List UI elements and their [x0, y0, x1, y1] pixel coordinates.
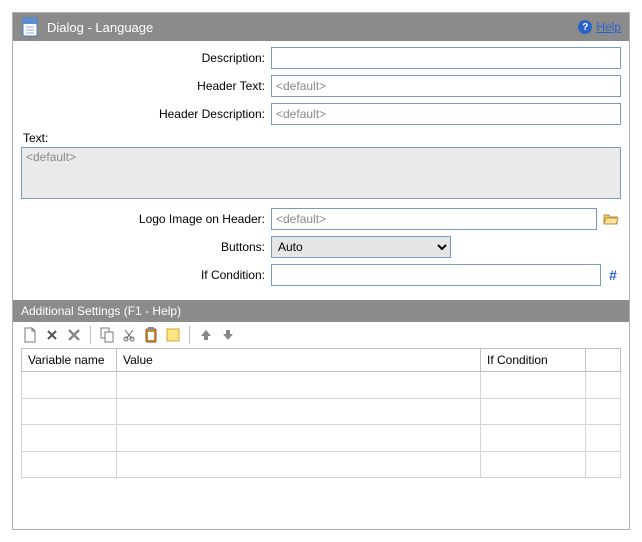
move-down-button[interactable]: [219, 326, 237, 344]
table-header-row: Variable name Value If Condition: [22, 349, 621, 372]
col-variable[interactable]: Variable name: [22, 349, 117, 372]
delete-all-button[interactable]: [65, 326, 83, 344]
table-row[interactable]: [22, 372, 621, 399]
buttons-select[interactable]: Auto: [271, 236, 451, 258]
if-condition-label: If Condition:: [21, 268, 271, 282]
additional-grid-wrap: Variable name Value If Condition: [13, 348, 629, 529]
notes-button[interactable]: [164, 326, 182, 344]
if-condition-input[interactable]: [271, 264, 601, 286]
col-extra[interactable]: [586, 349, 621, 372]
table-row[interactable]: [22, 451, 621, 478]
delete-button[interactable]: [43, 326, 61, 344]
col-value[interactable]: Value: [117, 349, 481, 372]
paste-button[interactable]: [142, 326, 160, 344]
separator: [189, 326, 190, 344]
delete-icon: [45, 328, 59, 342]
text-label: Text:: [21, 131, 621, 145]
browse-button[interactable]: [601, 209, 621, 229]
table-row[interactable]: [22, 425, 621, 452]
new-button[interactable]: [21, 326, 39, 344]
header-description-label: Header Description:: [21, 107, 271, 121]
copy-icon: [100, 327, 114, 343]
scissors-icon: [122, 328, 136, 342]
arrow-down-icon: [222, 329, 234, 341]
expression-button[interactable]: #: [605, 267, 621, 283]
description-label: Description:: [21, 51, 271, 65]
cut-button[interactable]: [120, 326, 138, 344]
form-area: Description: Header Text: Header Descrip…: [13, 41, 629, 300]
logo-input[interactable]: [271, 208, 597, 230]
document-icon: [21, 17, 39, 37]
additional-settings-bar: Additional Settings (F1 - Help): [13, 300, 629, 322]
header-text-label: Header Text:: [21, 79, 271, 93]
help-icon: ?: [578, 20, 592, 34]
logo-label: Logo Image on Header:: [21, 212, 271, 226]
arrow-up-icon: [200, 329, 212, 341]
copy-button[interactable]: [98, 326, 116, 344]
additional-settings-title: Additional Settings (F1 - Help): [21, 304, 181, 318]
dialog-panel: Dialog - Language ? Help Description: He…: [12, 12, 630, 530]
header-bar: Dialog - Language ? Help: [13, 13, 629, 41]
additional-toolbar: [13, 322, 629, 348]
move-up-button[interactable]: [197, 326, 215, 344]
separator: [90, 326, 91, 344]
buttons-label: Buttons:: [21, 240, 271, 254]
folder-open-icon: [603, 212, 619, 226]
header-title: Dialog - Language: [47, 20, 578, 35]
header-description-input[interactable]: [271, 103, 621, 125]
new-file-icon: [23, 327, 37, 343]
description-input[interactable]: [271, 47, 621, 69]
col-condition[interactable]: If Condition: [481, 349, 586, 372]
additional-grid[interactable]: Variable name Value If Condition: [21, 348, 621, 478]
text-textarea[interactable]: <default>: [21, 147, 621, 199]
note-icon: [166, 328, 180, 342]
table-row[interactable]: [22, 398, 621, 425]
help-link[interactable]: ? Help: [578, 20, 621, 34]
delete-all-icon: [67, 328, 81, 342]
header-text-input[interactable]: [271, 75, 621, 97]
paste-icon: [144, 327, 158, 343]
